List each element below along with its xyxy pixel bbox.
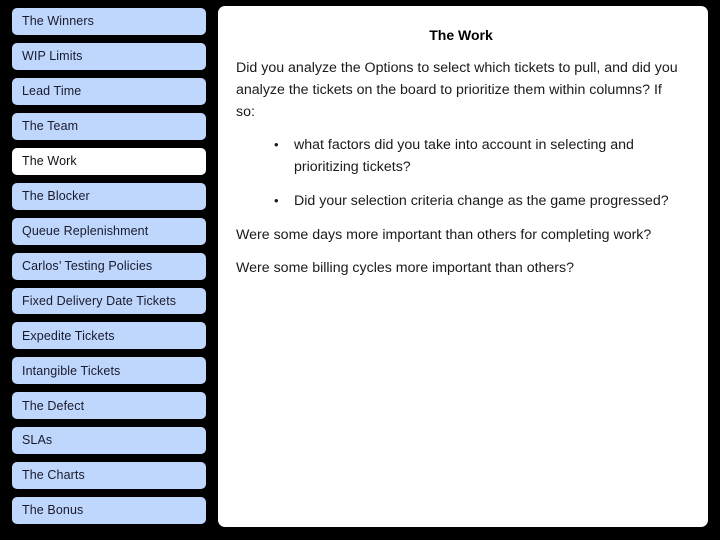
sidebar-item-label: The Defect (22, 398, 85, 413)
sidebar-item-intangible-tickets[interactable]: Intangible Tickets (12, 357, 206, 385)
list-item: Did your selection criteria change as th… (232, 190, 690, 212)
sidebar-item-label: SLAs (22, 433, 53, 448)
sidebar-item-label: Intangible Tickets (22, 363, 121, 378)
sidebar-item-fixed-delivery-date-tickets[interactable]: Fixed Delivery Date Tickets (12, 287, 206, 315)
sidebar-nav: The Winners WIP Limits Lead Time The Tea… (12, 8, 206, 532)
sidebar-item-label: The Blocker (22, 188, 90, 203)
sidebar-item-label: Fixed Delivery Date Tickets (22, 293, 177, 308)
page-title: The Work (429, 27, 493, 43)
sidebar-item-slas[interactable]: SLAs (12, 427, 206, 455)
closing-paragraph-2: Were some billing cycles more important … (236, 260, 575, 277)
sidebar-item-label: The Bonus (22, 503, 84, 518)
sidebar-item-carlos-testing-policies[interactable]: Carlos’ Testing Policies (12, 252, 206, 280)
sidebar-item-lead-time[interactable]: Lead Time (12, 77, 206, 105)
sidebar-item-label: The Charts (22, 468, 85, 483)
sidebar-item-label: Lead Time (22, 84, 82, 99)
closing-paragraph-1: Were some days more important than other… (236, 227, 652, 244)
sidebar-item-label: Carlos’ Testing Policies (22, 258, 153, 273)
sidebar-item-label: The Team (22, 119, 79, 134)
sidebar-item-label: Queue Replenishment (22, 223, 149, 238)
list-item: what factors did you take into account i… (232, 134, 690, 178)
intro-paragraph: Did you analyze the Options to select wh… (236, 60, 678, 121)
sidebar-item-the-charts[interactable]: The Charts (12, 462, 206, 490)
sidebar-item-queue-replenishment[interactable]: Queue Replenishment (12, 217, 206, 245)
sidebar-item-label: WIP Limits (22, 49, 83, 64)
content-panel: The Work Did you analyze the Options to … (218, 6, 708, 527)
sidebar-item-the-work[interactable]: The Work (12, 147, 206, 175)
sidebar-item-wip-limits[interactable]: WIP Limits (12, 42, 206, 70)
slide-root: The Winners WIP Limits Lead Time The Tea… (0, 0, 720, 540)
sidebar-item-the-team[interactable]: The Team (12, 112, 206, 140)
sidebar-item-the-winners[interactable]: The Winners (12, 8, 206, 35)
sidebar-item-the-defect[interactable]: The Defect (12, 392, 206, 420)
question-bullet-list: what factors did you take into account i… (232, 134, 690, 212)
sidebar-item-the-blocker[interactable]: The Blocker (12, 182, 206, 210)
sidebar-item-the-bonus[interactable]: The Bonus (12, 497, 206, 525)
sidebar-item-label: Expedite Tickets (22, 328, 115, 343)
sidebar-item-label: The Work (22, 153, 77, 168)
sidebar-item-label: The Winners (22, 14, 94, 29)
sidebar-item-expedite-tickets[interactable]: Expedite Tickets (12, 322, 206, 350)
